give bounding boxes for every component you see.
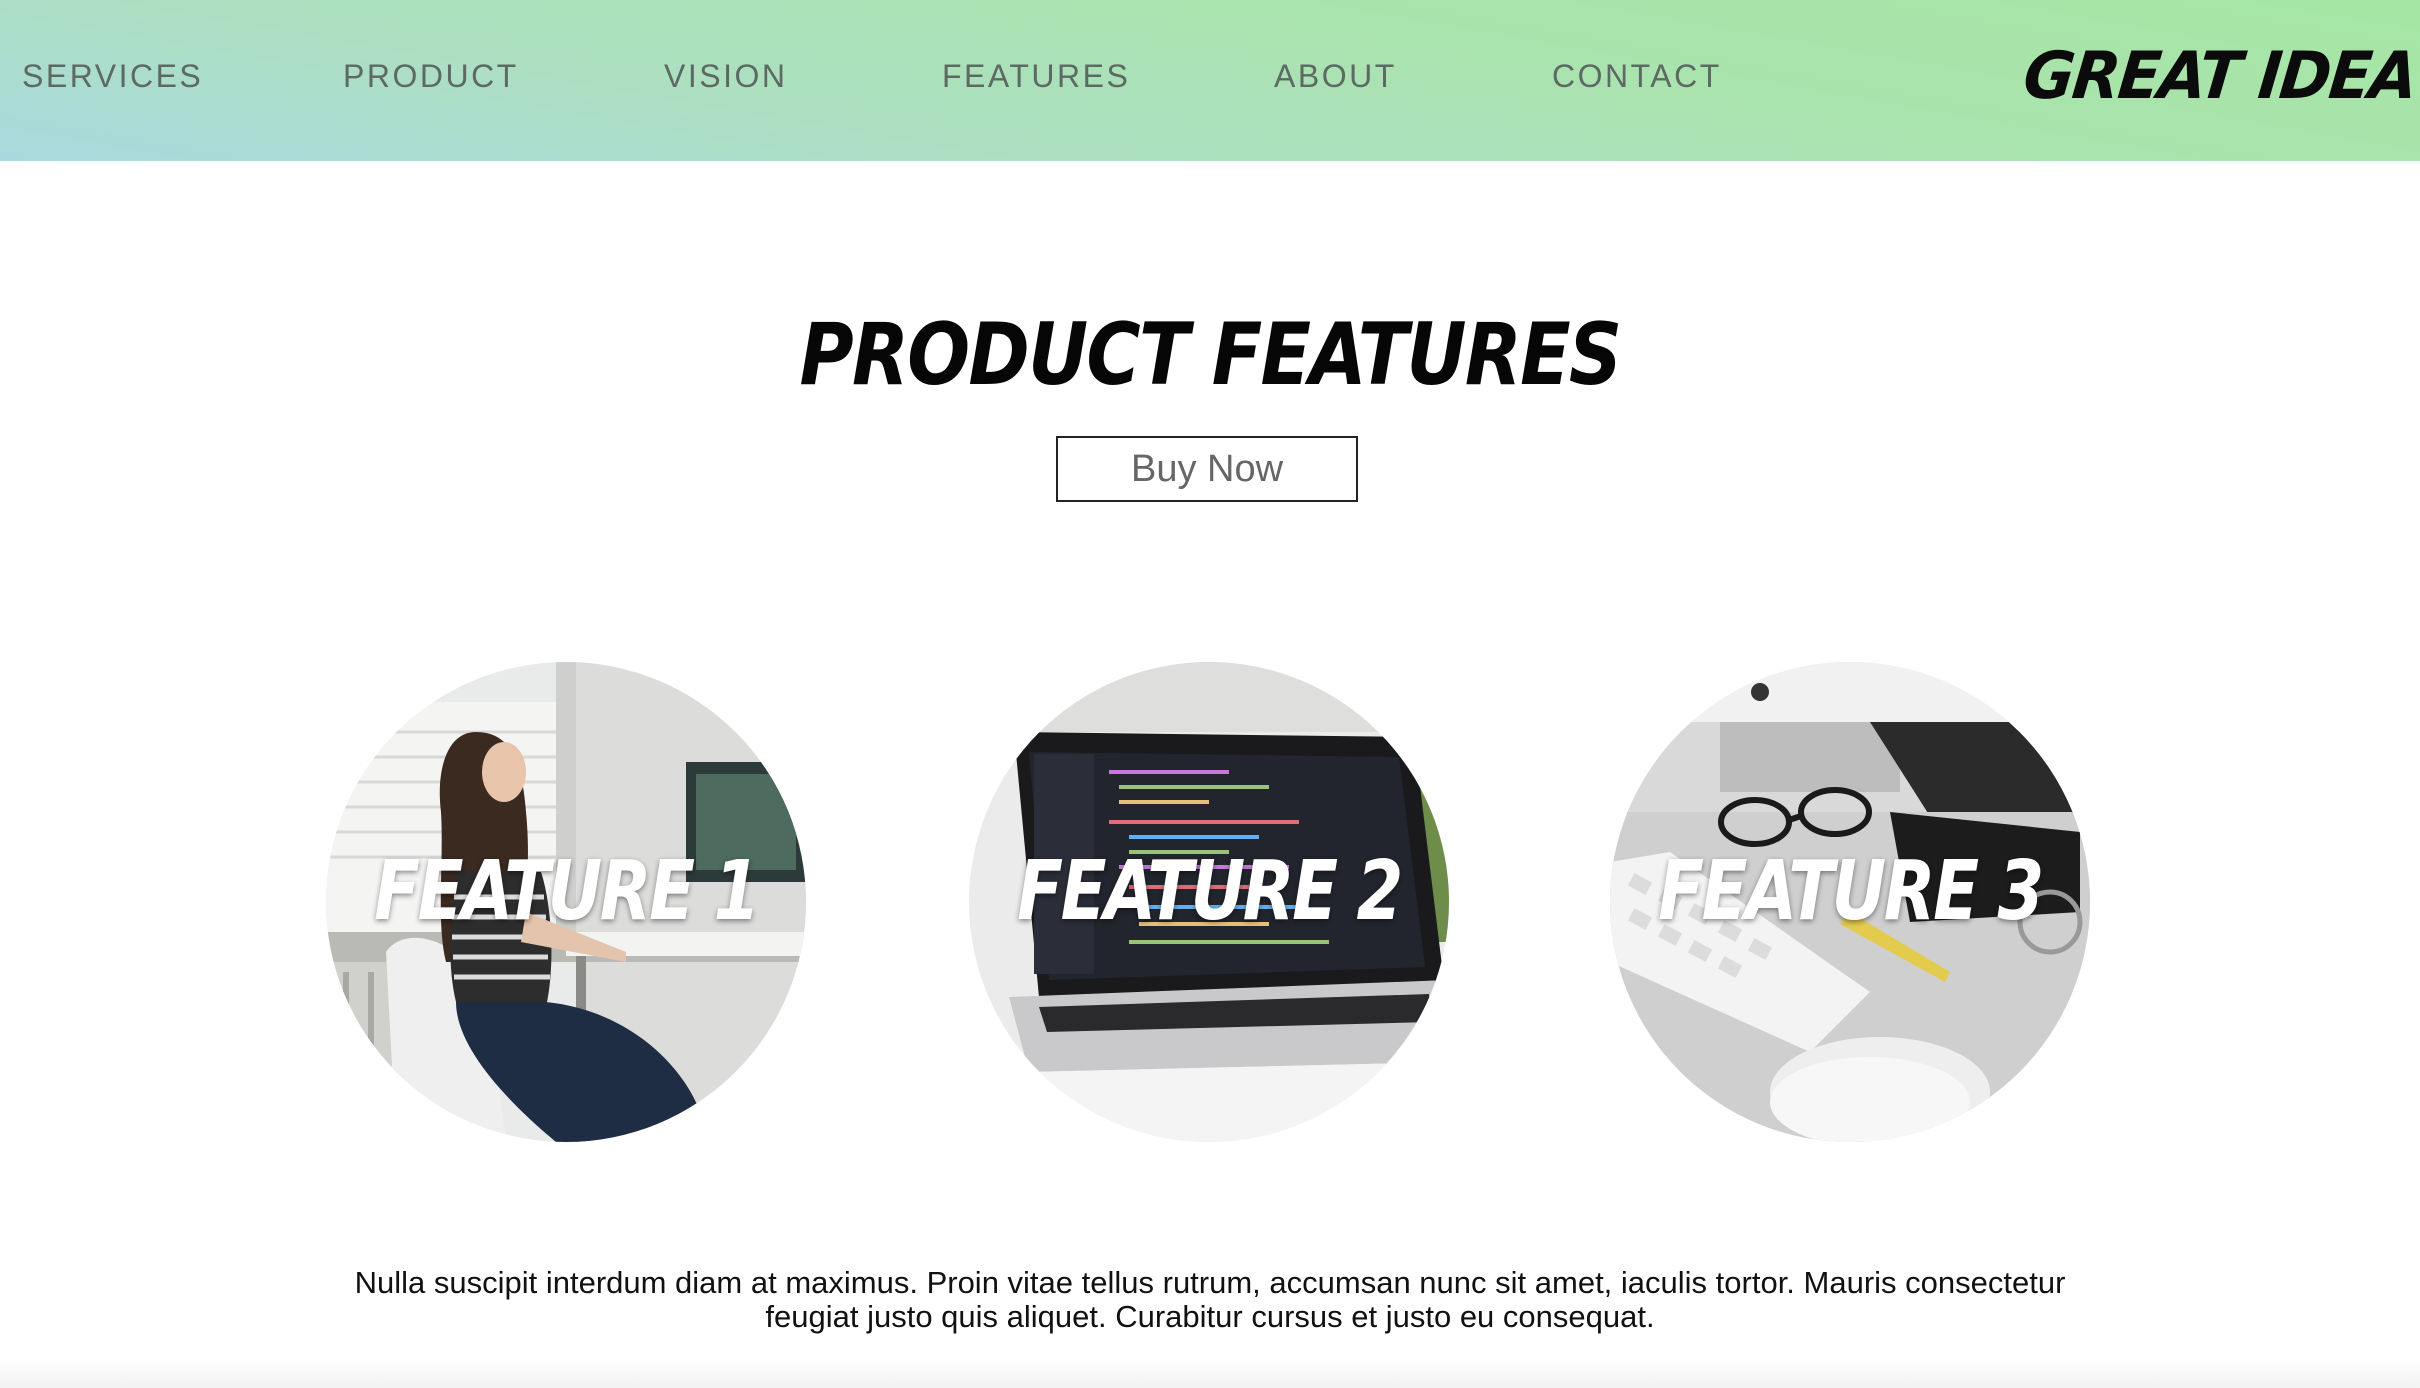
site-header: SERVICES PRODUCT VISION FEATURES ABOUT C… <box>0 0 2420 161</box>
features-description: Nulla suscipit interdum diam at maximus.… <box>354 1265 2066 1334</box>
nav-item-product[interactable]: PRODUCT <box>343 52 519 100</box>
page-bottom-edge <box>0 1356 2420 1388</box>
feature-1-label: FEATURE 1 <box>374 844 760 939</box>
feature-card-1[interactable]: FEATURE 1 <box>326 662 806 1142</box>
logo-text: GREAT IDEA <box>2019 36 2420 114</box>
site-logo[interactable]: GREAT IDEA <box>2020 30 2420 120</box>
nav-item-about[interactable]: ABOUT <box>1274 52 1397 100</box>
nav-item-vision[interactable]: VISION <box>664 52 787 100</box>
feature-card-3[interactable]: FEATURE 3 <box>1610 662 2090 1142</box>
nav-item-services[interactable]: SERVICES <box>22 52 203 100</box>
feature-2-label: FEATURE 2 <box>1017 844 1403 939</box>
buy-now-button[interactable]: Buy Now <box>1056 436 1358 502</box>
nav-item-contact[interactable]: CONTACT <box>1552 52 1722 100</box>
nav-item-features[interactable]: FEATURES <box>942 52 1130 100</box>
feature-card-2[interactable]: FEATURE 2 <box>969 662 1449 1142</box>
feature-3-label: FEATURE 3 <box>1658 844 2044 939</box>
page-title: PRODUCT FEATURES <box>799 305 1623 405</box>
